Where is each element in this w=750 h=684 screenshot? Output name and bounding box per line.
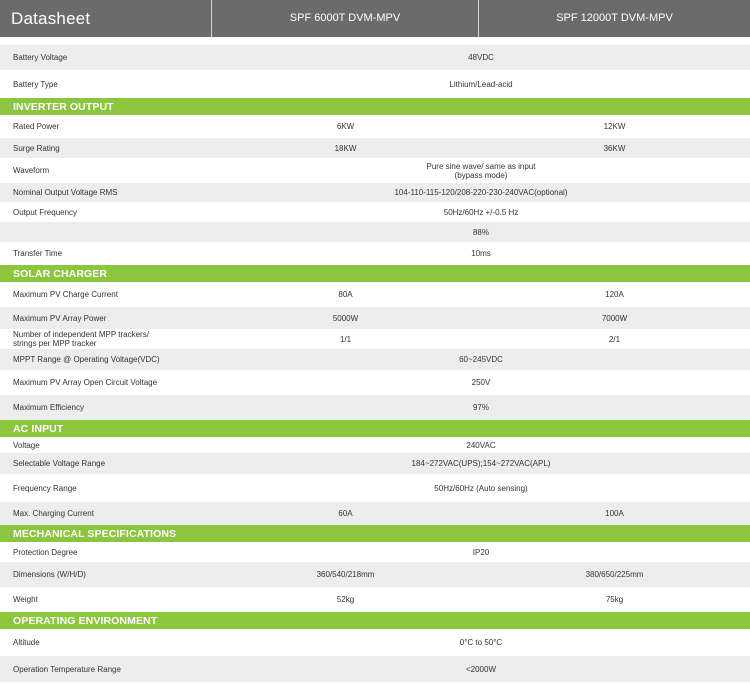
row-value: Lithium/Lead-acid	[449, 79, 513, 89]
row-value-2: 120A	[605, 290, 624, 299]
row-value: 10ms	[471, 249, 491, 258]
table-row: Nominal Output Voltage RMS 104-110-115-1…	[0, 183, 750, 202]
table-row: Altitude 0°C to 50°C	[0, 629, 750, 656]
row-value-1: 5000W	[332, 313, 359, 323]
row-value: 104-110-115-120/208-220-230-240VAC(optio…	[394, 188, 568, 197]
table-row: Frequency Range 50Hz/60Hz (Auto sensing)	[0, 474, 750, 502]
row-value-2: 2/1	[608, 334, 621, 344]
row-value: 0°C to 50°C	[459, 638, 503, 647]
waveform-line-2: (bypass mode)	[454, 170, 508, 180]
row-label: Selectable Voltage Range	[13, 459, 106, 468]
row-value: Pure sine wave/ same as input (bypass mo…	[212, 162, 750, 180]
row-value-1: 52kg	[336, 595, 355, 604]
row-value: 50Hz/60Hz (Auto sensing)	[434, 483, 528, 493]
row-value-1: 1/1	[339, 334, 352, 344]
section-ac-input: AC INPUT	[0, 420, 750, 437]
model-1-header: SPF 6000T DVM-MPV	[212, 0, 479, 37]
row-value: 97%	[472, 403, 489, 412]
table-row: Rated Power 6KW 12KW	[0, 115, 750, 138]
row-value: 48VDC	[468, 53, 494, 62]
row-label: Operation Temperature Range	[13, 664, 121, 674]
row-label: Waveform	[13, 166, 50, 175]
table-row: 88%	[0, 222, 750, 242]
row-value-2: 7000W	[601, 313, 628, 323]
row-label: Altitude	[13, 638, 40, 647]
row-label: Weight	[13, 595, 38, 604]
table-header: Datasheet SPF 6000T DVM-MPV SPF 12000T D…	[0, 0, 750, 37]
row-label: Dimensions (W/H/D)	[13, 570, 86, 579]
table-row: Voltage 240VAC	[0, 437, 750, 453]
row-value-2: 100A	[605, 509, 624, 518]
table-row: Maximum Efficiency 97%	[0, 395, 750, 420]
row-value: 240VAC	[466, 440, 496, 450]
section-mechanical-specifications: MECHANICAL SPECIFICATIONS	[0, 525, 750, 542]
header-gap	[0, 37, 750, 45]
row-value-2: 12KW	[603, 122, 626, 131]
model-2-header: SPF 12000T DVM-MPV	[556, 12, 673, 24]
table-row: Output Frequency 50Hz/60Hz +/-0.5 Hz	[0, 202, 750, 222]
row-label: Surge Rating	[13, 143, 60, 153]
row-value-1: 60A	[338, 509, 353, 518]
row-label: Transfer Time	[13, 249, 63, 258]
table-row: Battery Type Lithium/Lead-acid	[0, 70, 750, 98]
table-row: MPPT Range @ Operating Voltage(VDC) 60~2…	[0, 349, 750, 370]
row-label: Number of independent MPP trackers/ stri…	[0, 330, 212, 348]
row-label: Maximum PV Array Open Circuit Voltage	[13, 378, 158, 387]
section-solar-charger: SOLAR CHARGER	[0, 265, 750, 282]
row-label: Voltage	[13, 440, 40, 450]
row-value: 184~272VAC(UPS);154~272VAC(APL)	[411, 459, 551, 468]
datasheet-title: Datasheet	[0, 0, 212, 37]
row-label: Max. Charging Current	[13, 509, 94, 518]
table-row: Dimensions (W/H/D) 360/540/218mm 380/650…	[0, 562, 750, 587]
table-row: Waveform Pure sine wave/ same as input (…	[0, 158, 750, 183]
table-row: Maximum PV Charge Current 80A 120A	[0, 282, 750, 307]
row-label: Protection Degree	[13, 547, 78, 557]
table-row: Selectable Voltage Range 184~272VAC(UPS)…	[0, 453, 750, 474]
row-label: Frequency Range	[13, 483, 77, 493]
row-value-1: 360/540/218mm	[316, 570, 375, 579]
row-value: 60~245VDC	[459, 355, 503, 364]
row-value-1: 80A	[338, 290, 353, 299]
row-label: Battery Voltage	[13, 53, 68, 62]
section-operating-environment: OPERATING ENVIRONMENT	[0, 612, 750, 629]
table-row: Max. Charging Current 60A 100A	[0, 502, 750, 525]
row-label: Maximum PV Charge Current	[13, 290, 118, 299]
table-row: Battery Voltage 48VDC	[0, 45, 750, 70]
table-row: Number of independent MPP trackers/ stri…	[0, 329, 750, 349]
row-value: IP20	[472, 547, 490, 557]
row-label: Rated Power	[13, 122, 60, 131]
row-value-1: 18KW	[334, 143, 357, 153]
row-value: 250V	[471, 378, 491, 387]
row-value: <2000W	[465, 664, 497, 674]
row-value-2: 75kg	[605, 595, 624, 604]
row-label: MPPT Range @ Operating Voltage(VDC)	[13, 355, 160, 364]
row-value: 50Hz/60Hz +/-0.5 Hz	[443, 207, 519, 217]
waveform-line-1: Pure sine wave/ same as input	[426, 161, 536, 171]
row-value-2: 36KW	[603, 143, 626, 153]
table-row: Maximum PV Array Open Circuit Voltage 25…	[0, 370, 750, 395]
row-label: Maximum PV Array Power	[13, 313, 107, 323]
row-value-1: 6KW	[336, 122, 355, 131]
section-inverter-output: INVERTER OUTPUT	[0, 98, 750, 115]
table-row: Operation Temperature Range <2000W	[0, 656, 750, 682]
row-value: 88%	[472, 227, 489, 237]
table-row: Transfer Time 10ms	[0, 242, 750, 265]
table-row: Surge Rating 18KW 36KW	[0, 138, 750, 158]
mpp-label-line-1: Number of independent MPP trackers/	[13, 330, 149, 339]
row-label: Nominal Output Voltage RMS	[13, 188, 118, 197]
table-row: Weight 52kg 75kg	[0, 587, 750, 612]
mpp-label-line-2: strings per MPP tracker	[13, 339, 97, 348]
row-label: Output Frequency	[13, 207, 78, 217]
row-label: Maximum Efficiency	[13, 403, 84, 412]
datasheet: Datasheet SPF 6000T DVM-MPV SPF 12000T D…	[0, 0, 750, 684]
table-row: Maximum PV Array Power 5000W 7000W	[0, 307, 750, 329]
row-label: Battery Type	[13, 79, 58, 89]
row-value-2: 380/650/225mm	[585, 570, 644, 579]
table-row: Protection Degree IP20	[0, 542, 750, 562]
